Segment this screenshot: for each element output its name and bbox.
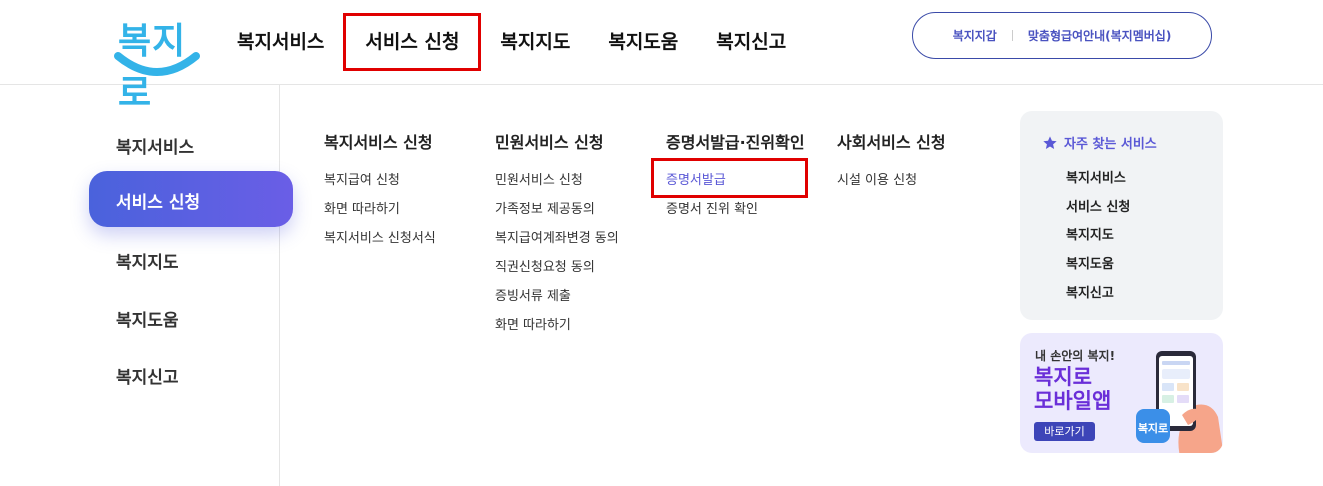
fav-link-welfare-map[interactable]: 복지지도 — [1066, 224, 1114, 243]
fav-link-welfare-service[interactable]: 복지서비스 — [1066, 167, 1126, 186]
link-civil-service-apply[interactable]: 민원서비스 신청 — [495, 171, 619, 200]
link-welfare-benefit-apply[interactable]: 복지급여 신청 — [324, 171, 436, 200]
submenu-col-social-service: 사회서비스 신청 시설 이용 신청 — [837, 133, 946, 200]
link-family-info-consent[interactable]: 가족정보 제공동의 — [495, 200, 619, 229]
lnb-item-service-apply[interactable]: 서비스 신청 — [89, 171, 293, 227]
favorites-title: 자주 찾는 서비스 — [1064, 137, 1157, 152]
highlight-box — [651, 158, 808, 198]
fav-link-welfare-help[interactable]: 복지도움 — [1066, 253, 1114, 272]
lnb-item-welfare-service[interactable]: 복지서비스 — [116, 133, 194, 158]
mobile-app-banner[interactable]: 내 손안의 복지! 복지로 모바일앱 바로가기 복지로 — [1020, 333, 1223, 453]
lnb-item-welfare-report[interactable]: 복지신고 — [116, 363, 179, 388]
welfare-wallet-link[interactable]: 복지지갑 — [938, 27, 1012, 44]
link-certificate-verify[interactable]: 증명서 진위 확인 — [666, 200, 805, 229]
gnb-welfare-help[interactable]: 복지도움 — [589, 13, 697, 71]
link-document-submit[interactable]: 증빙서류 제출 — [495, 287, 619, 316]
gnb-service-apply[interactable]: 서비스 신청 — [343, 13, 482, 71]
favorites-header: 자주 찾는 서비스 — [1042, 133, 1157, 152]
col-title: 증명서발급·진위확인 — [666, 133, 805, 152]
link-screen-guide-2[interactable]: 화면 따라하기 — [495, 316, 619, 345]
fav-link-service-apply[interactable]: 서비스 신청 — [1066, 196, 1130, 215]
col-title: 복지서비스 신청 — [324, 133, 433, 152]
banner-subtitle: 내 손안의 복지! — [1035, 349, 1116, 363]
membership-link[interactable]: 맞춤형급여안내(복지멤버십) — [1013, 27, 1186, 44]
link-apply-forms[interactable]: 복지서비스 신청서식 — [324, 229, 436, 258]
favorites-panel: 자주 찾는 서비스 복지서비스 서비스 신청 복지지도 복지도움 복지신고 — [1020, 111, 1223, 320]
top-header: 복지로 복지서비스 서비스 신청 복지지도 복지도움 복지신고 복지지갑 맞춤형… — [0, 0, 1323, 114]
gnb-welfare-service[interactable]: 복지서비스 — [218, 13, 343, 71]
col-title: 사회서비스 신청 — [837, 133, 946, 152]
left-nav: 복지서비스 서비스 신청 복지지도 복지도움 복지신고 — [0, 85, 293, 486]
link-ex-officio-consent[interactable]: 직권신청요청 동의 — [495, 258, 619, 287]
phone-app-logo: 복지로 — [1138, 421, 1168, 435]
link-account-change-consent[interactable]: 복지급여계좌변경 동의 — [495, 229, 619, 258]
link-facility-apply[interactable]: 시설 이용 신청 — [837, 171, 946, 200]
lnb-item-welfare-help[interactable]: 복지도움 — [116, 306, 179, 331]
gnb-welfare-report[interactable]: 복지신고 — [697, 13, 805, 71]
link-screen-guide[interactable]: 화면 따라하기 — [324, 200, 436, 229]
banner-go-button[interactable]: 바로가기 — [1034, 422, 1095, 441]
lnb-active-label: 서비스 신청 — [116, 193, 201, 213]
phone-hand-icon: 복지로 — [1136, 351, 1223, 453]
submenu-col-civil-apply: 민원서비스 신청 민원서비스 신청 가족정보 제공동의 복지급여계좌변경 동의 … — [495, 133, 619, 345]
banner-title-line2: 모바일앱 — [1034, 389, 1112, 413]
global-nav: 복지서비스 서비스 신청 복지지도 복지도움 복지신고 — [218, 0, 805, 84]
star-icon — [1043, 135, 1057, 149]
site-logo[interactable]: 복지로 — [112, 8, 202, 114]
banner-title-line1: 복지로 — [1034, 365, 1092, 389]
gnb-welfare-map[interactable]: 복지지도 — [481, 13, 589, 71]
fav-link-welfare-report[interactable]: 복지신고 — [1066, 282, 1114, 301]
submenu-col-welfare-apply: 복지서비스 신청 복지급여 신청 화면 따라하기 복지서비스 신청서식 — [324, 133, 436, 258]
logo-smile-icon — [114, 52, 200, 76]
util-links: 복지지갑 맞춤형급여안내(복지멤버십) — [912, 12, 1212, 59]
col-title: 민원서비스 신청 — [495, 133, 604, 152]
lnb-item-welfare-map[interactable]: 복지지도 — [116, 248, 179, 273]
